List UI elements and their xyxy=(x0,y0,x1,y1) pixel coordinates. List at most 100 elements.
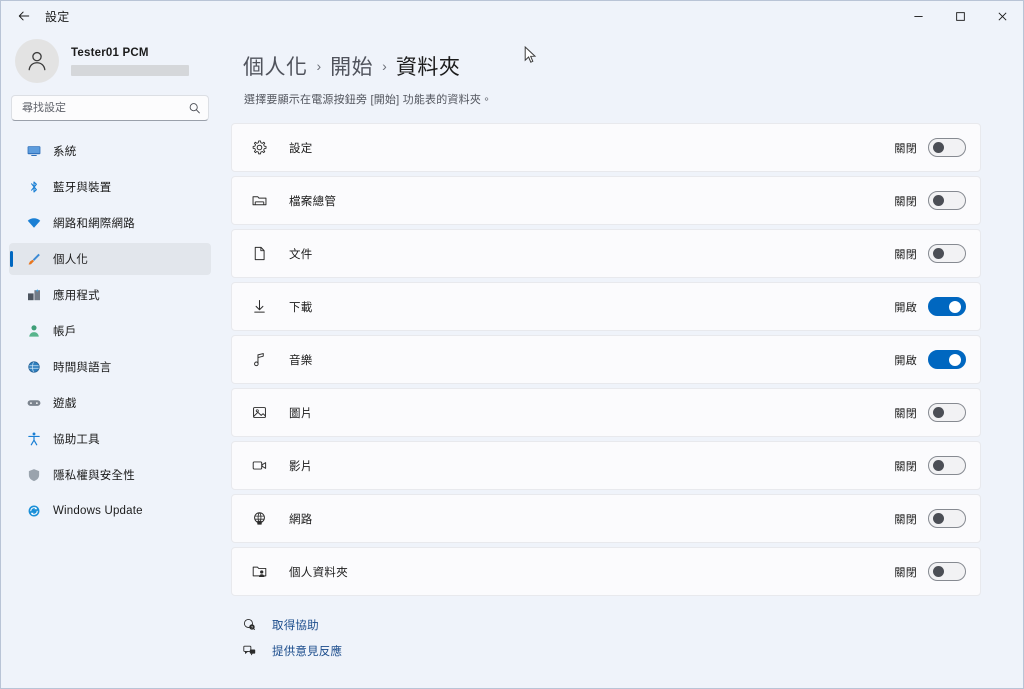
folder-label: 圖片 xyxy=(289,407,313,420)
sidebar-item-accessibility[interactable]: 協助工具 xyxy=(9,423,211,455)
sidebar-item-gaming[interactable]: 遊戲 xyxy=(9,387,211,419)
toggle-state-label: 關閉 xyxy=(894,566,917,579)
toggle-knob xyxy=(933,195,944,206)
sidebar-item-network-internet[interactable]: 網路和網際網路 xyxy=(9,207,211,239)
toggle-state-label: 開啟 xyxy=(894,301,917,314)
folder-row-downloads[interactable]: 下載 開啟 xyxy=(231,282,981,331)
update-icon xyxy=(25,503,42,520)
paintbrush-icon xyxy=(25,251,42,268)
sidebar-item-label: 系統 xyxy=(53,146,77,158)
toggle-group: 關閉 xyxy=(894,562,966,581)
folder-label: 個人資料夾 xyxy=(289,566,348,579)
sidebar-item-label: Windows Update xyxy=(53,505,143,517)
folder-toggle-videos[interactable] xyxy=(928,456,966,475)
network-globe-icon xyxy=(250,509,269,528)
title-bar: 設定 xyxy=(1,1,1023,31)
display-icon xyxy=(25,143,42,160)
folder-toggle-network[interactable] xyxy=(928,509,966,528)
folder-toggle-documents[interactable] xyxy=(928,244,966,263)
toggle-state-label: 關閉 xyxy=(894,460,917,473)
breadcrumb-item-personalization[interactable]: 個人化 xyxy=(243,51,308,81)
bluetooth-icon xyxy=(25,179,42,196)
search-icon xyxy=(188,102,201,115)
sidebar-item-windows-update[interactable]: Windows Update xyxy=(9,495,211,527)
folder-label: 文件 xyxy=(289,248,313,261)
folder-toggle-downloads[interactable] xyxy=(928,297,966,316)
sidebar-item-label: 協助工具 xyxy=(53,434,100,446)
folder-row-videos[interactable]: 影片 關閉 xyxy=(231,441,981,490)
minimize-button[interactable] xyxy=(897,1,939,31)
gamepad-icon xyxy=(25,395,42,412)
toggle-knob xyxy=(933,513,944,524)
folder-row-file-explorer[interactable]: 檔案總管 關閉 xyxy=(231,176,981,225)
folder-row-personal-folder[interactable]: 個人資料夾 關閉 xyxy=(231,547,981,596)
toggle-group: 關閉 xyxy=(894,403,966,422)
window-body: Tester01 PCM 尋找設定 系統 藍牙與裝置 網路和網際網路 個人化 應… xyxy=(1,31,1023,688)
sidebar-item-apps[interactable]: 應用程式 xyxy=(9,279,211,311)
window-title: 設定 xyxy=(45,9,70,24)
close-button[interactable] xyxy=(981,1,1023,31)
breadcrumb-item-folders: 資料夾 xyxy=(395,56,461,79)
main-content: 個人化 › 開始 › 資料夾 選擇要顯示在電源按鈕旁 [開始] 功能表的資料夾。 xyxy=(219,31,1023,688)
toggle-state-label: 關閉 xyxy=(894,513,917,526)
get-help-link[interactable]: ? 取得協助 xyxy=(233,616,981,633)
document-icon xyxy=(250,244,269,263)
get-help-label: 取得協助 xyxy=(272,619,319,632)
folder-row-music[interactable]: 音樂 開啟 xyxy=(231,335,981,384)
settings-window: 設定 Tester01 PCM 尋找設定 系統 藍牙與裝置 網路和網際網路 個人… xyxy=(0,0,1024,689)
folder-toggle-file-explorer[interactable] xyxy=(928,191,966,210)
folder-toggle-personal-folder[interactable] xyxy=(928,562,966,581)
clock-globe-icon xyxy=(25,359,42,376)
folder-toggle-settings[interactable] xyxy=(928,138,966,157)
folder-row-pictures[interactable]: 圖片 關閉 xyxy=(231,388,981,437)
wifi-icon xyxy=(25,215,42,232)
folder-label: 網路 xyxy=(289,513,313,526)
toggle-state-label: 關閉 xyxy=(894,142,917,155)
sidebar-item-label: 個人化 xyxy=(53,254,89,266)
toggle-knob xyxy=(933,407,944,418)
folder-label: 影片 xyxy=(289,460,313,473)
give-feedback-link[interactable]: 提供意見反應 xyxy=(233,642,981,659)
footer-links: ? 取得協助 提供意見反應 xyxy=(229,616,981,659)
folder-toggle-music[interactable] xyxy=(928,350,966,369)
account-text: Tester01 PCM xyxy=(71,47,205,76)
shield-icon xyxy=(25,467,42,484)
toggle-knob xyxy=(933,460,944,471)
toggle-knob xyxy=(949,300,961,313)
folder-row-documents[interactable]: 文件 關閉 xyxy=(231,229,981,278)
window-controls xyxy=(897,1,1023,31)
picture-icon xyxy=(250,403,269,422)
folder-row-network[interactable]: 網路 關閉 xyxy=(231,494,981,543)
folder-row-settings[interactable]: 設定 關閉 xyxy=(231,123,981,172)
person-icon xyxy=(28,51,46,71)
breadcrumb-item-start[interactable]: 開始 xyxy=(330,51,373,81)
sidebar-item-personalization[interactable]: 個人化 xyxy=(9,243,211,275)
video-camera-icon xyxy=(250,456,269,475)
account-email-redacted xyxy=(71,64,189,76)
maximize-icon xyxy=(955,11,965,21)
sidebar-item-label: 藍牙與裝置 xyxy=(53,182,112,194)
toggle-group: 開啟 xyxy=(894,297,966,316)
sidebar-item-accounts[interactable]: 帳戶 xyxy=(9,315,211,347)
back-arrow-icon xyxy=(18,11,30,21)
account-name: Tester01 PCM xyxy=(71,46,149,59)
breadcrumb: 個人化 › 開始 › 資料夾 xyxy=(229,51,981,81)
sidebar-item-label: 網路和網際網路 xyxy=(53,218,135,230)
sidebar-item-system[interactable]: 系統 xyxy=(9,135,211,167)
toggle-group: 關閉 xyxy=(894,138,966,157)
back-button[interactable] xyxy=(11,4,37,28)
sidebar-item-privacy-security[interactable]: 隱私權與安全性 xyxy=(9,459,211,491)
sidebar-item-time-language[interactable]: 時間與語言 xyxy=(9,351,211,383)
sidebar-nav: 系統 藍牙與裝置 網路和網際網路 個人化 應用程式 帳戶 時間與語言 遊戲 協助… xyxy=(9,133,211,529)
toggle-group: 關閉 xyxy=(894,191,966,210)
feedback-icon xyxy=(241,642,258,659)
sidebar-item-bluetooth-devices[interactable]: 藍牙與裝置 xyxy=(9,171,211,203)
personal-folder-icon xyxy=(250,562,269,581)
download-icon xyxy=(250,297,269,316)
folder-label: 設定 xyxy=(289,142,313,155)
search-input[interactable] xyxy=(11,95,209,121)
maximize-button[interactable] xyxy=(939,1,981,31)
folder-toggle-pictures[interactable] xyxy=(928,403,966,422)
account-tile[interactable]: Tester01 PCM xyxy=(9,31,211,93)
toggle-knob xyxy=(933,142,944,153)
